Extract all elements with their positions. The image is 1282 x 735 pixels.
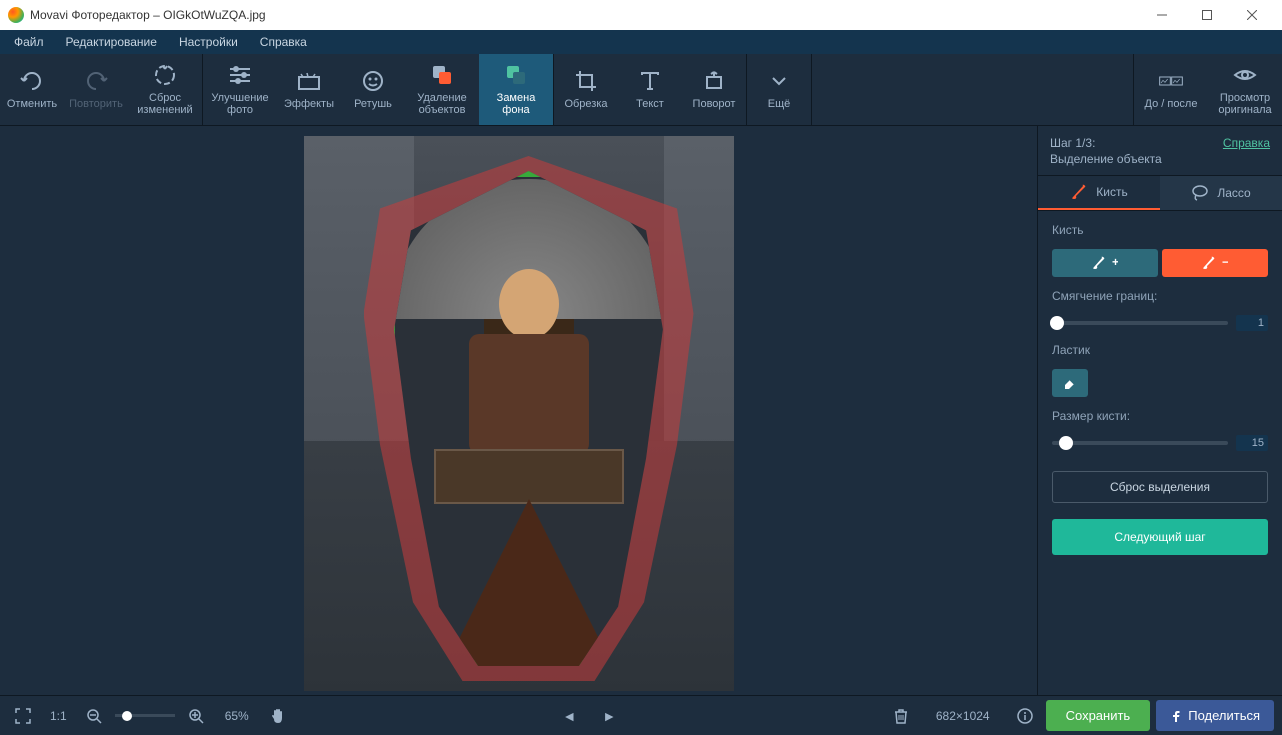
delete-button[interactable] [886, 701, 916, 731]
window-titlebar: Movavi Фоторедактор – OIGkOtWuZQA.jpg [0, 0, 1282, 30]
app-logo-icon [8, 7, 24, 23]
window-title: Movavi Фоторедактор – OIGkOtWuZQA.jpg [30, 8, 1139, 22]
image-dimensions: 682×1024 [936, 709, 990, 723]
help-link[interactable]: Справка [1223, 136, 1270, 150]
text-button[interactable]: Текст [618, 54, 682, 125]
enhance-button[interactable]: Улучшение фото [203, 54, 277, 125]
prev-image-button[interactable]: ◄ [554, 701, 584, 731]
text-icon [638, 69, 662, 93]
actual-size-button[interactable]: 1:1 [44, 701, 73, 731]
redo-icon [84, 69, 108, 93]
brush-size-slider-thumb[interactable] [1059, 436, 1073, 450]
remove-object-icon [430, 63, 454, 87]
object-removal-button[interactable]: Удаление объектов [405, 54, 479, 125]
brush-size-value[interactable]: 15 [1236, 435, 1268, 451]
svg-text:−: − [1222, 256, 1228, 269]
label-eraser: Ластик [1052, 343, 1268, 357]
crop-button[interactable]: Обрезка [554, 54, 618, 125]
pan-hand-button[interactable] [263, 701, 293, 731]
next-image-button[interactable]: ► [594, 701, 624, 731]
brush-subtract-button[interactable]: − [1162, 249, 1268, 277]
label-brush-size: Размер кисти: [1052, 409, 1268, 423]
soften-slider-thumb[interactable] [1050, 316, 1064, 330]
enhance-icon [228, 63, 252, 87]
window-maximize-button[interactable] [1184, 0, 1229, 30]
zoom-out-button[interactable] [79, 701, 109, 731]
redo-button[interactable]: Повторить [64, 54, 128, 125]
chevron-down-icon [767, 69, 791, 93]
side-panel: Шаг 1/3: Выделение объекта Справка Кисть… [1037, 126, 1282, 695]
bottom-bar: 1:1 65% ◄ ► 682×1024 Сохранить Поделитьс… [0, 695, 1282, 735]
info-button[interactable] [1010, 701, 1040, 731]
main-area: Шаг 1/3: Выделение объекта Справка Кисть… [0, 126, 1282, 695]
save-button[interactable]: Сохранить [1046, 700, 1151, 731]
main-toolbar: Отменить Повторить Сброс изменений Улучш… [0, 54, 1282, 126]
window-minimize-button[interactable] [1139, 0, 1184, 30]
fullscreen-button[interactable] [8, 701, 38, 731]
label-brush: Кисть [1052, 223, 1268, 237]
photo-torso [469, 334, 589, 454]
window-close-button[interactable] [1229, 0, 1274, 30]
next-step-button[interactable]: Следующий шаг [1052, 519, 1268, 555]
menu-file[interactable]: Файл [4, 32, 54, 52]
tab-lasso[interactable]: Лассо [1160, 176, 1282, 210]
facebook-icon [1170, 710, 1182, 722]
rotate-icon [702, 69, 726, 93]
photo-head [499, 269, 559, 339]
menu-settings[interactable]: Настройки [169, 32, 248, 52]
label-soften: Смягчение границ: [1052, 289, 1268, 303]
eraser-button[interactable] [1052, 369, 1088, 397]
view-original-button[interactable]: Просмотр оригинала [1208, 54, 1282, 125]
crop-icon [574, 69, 598, 93]
canvas-viewport[interactable] [0, 126, 1037, 695]
retouch-icon [361, 69, 385, 93]
before-after-button[interactable]: До / после [1134, 54, 1208, 125]
background-swap-button[interactable]: Замена фона [479, 54, 553, 125]
brush-icon [1070, 184, 1088, 200]
zoom-in-button[interactable] [181, 701, 211, 731]
brush-add-button[interactable]: + [1052, 249, 1158, 277]
zoom-slider[interactable] [115, 714, 175, 717]
reset-icon [153, 63, 177, 87]
undo-icon [20, 69, 44, 93]
svg-text:+: + [1112, 256, 1118, 269]
reset-selection-button[interactable]: Сброс выделения [1052, 471, 1268, 503]
menu-bar: Файл Редактирование Настройки Справка [0, 30, 1282, 54]
undo-button[interactable]: Отменить [0, 54, 64, 125]
lasso-icon [1191, 185, 1209, 201]
zoom-slider-thumb[interactable] [122, 711, 132, 721]
menu-edit[interactable]: Редактирование [56, 32, 167, 52]
rotate-button[interactable]: Поворот [682, 54, 746, 125]
photo-subject [419, 179, 639, 659]
share-button[interactable]: Поделиться [1156, 700, 1274, 731]
eye-icon [1233, 63, 1257, 87]
bg-swap-icon [504, 63, 528, 87]
effects-icon [297, 69, 321, 93]
photo-canvas[interactable] [304, 136, 734, 691]
effects-button[interactable]: Эффекты [277, 54, 341, 125]
before-after-icon [1159, 69, 1183, 93]
tab-brush[interactable]: Кисть [1038, 176, 1160, 210]
soften-slider[interactable] [1052, 321, 1228, 325]
step-indicator: Шаг 1/3: Выделение объекта [1050, 136, 1162, 167]
more-button[interactable]: Ещё [747, 54, 811, 125]
retouch-button[interactable]: Ретушь [341, 54, 405, 125]
reset-changes-button[interactable]: Сброс изменений [128, 54, 202, 125]
photo-tray [434, 449, 624, 504]
menu-help[interactable]: Справка [250, 32, 317, 52]
brush-size-slider[interactable] [1052, 441, 1228, 445]
soften-value[interactable]: 1 [1236, 315, 1268, 331]
zoom-percent: 65% [225, 709, 249, 723]
